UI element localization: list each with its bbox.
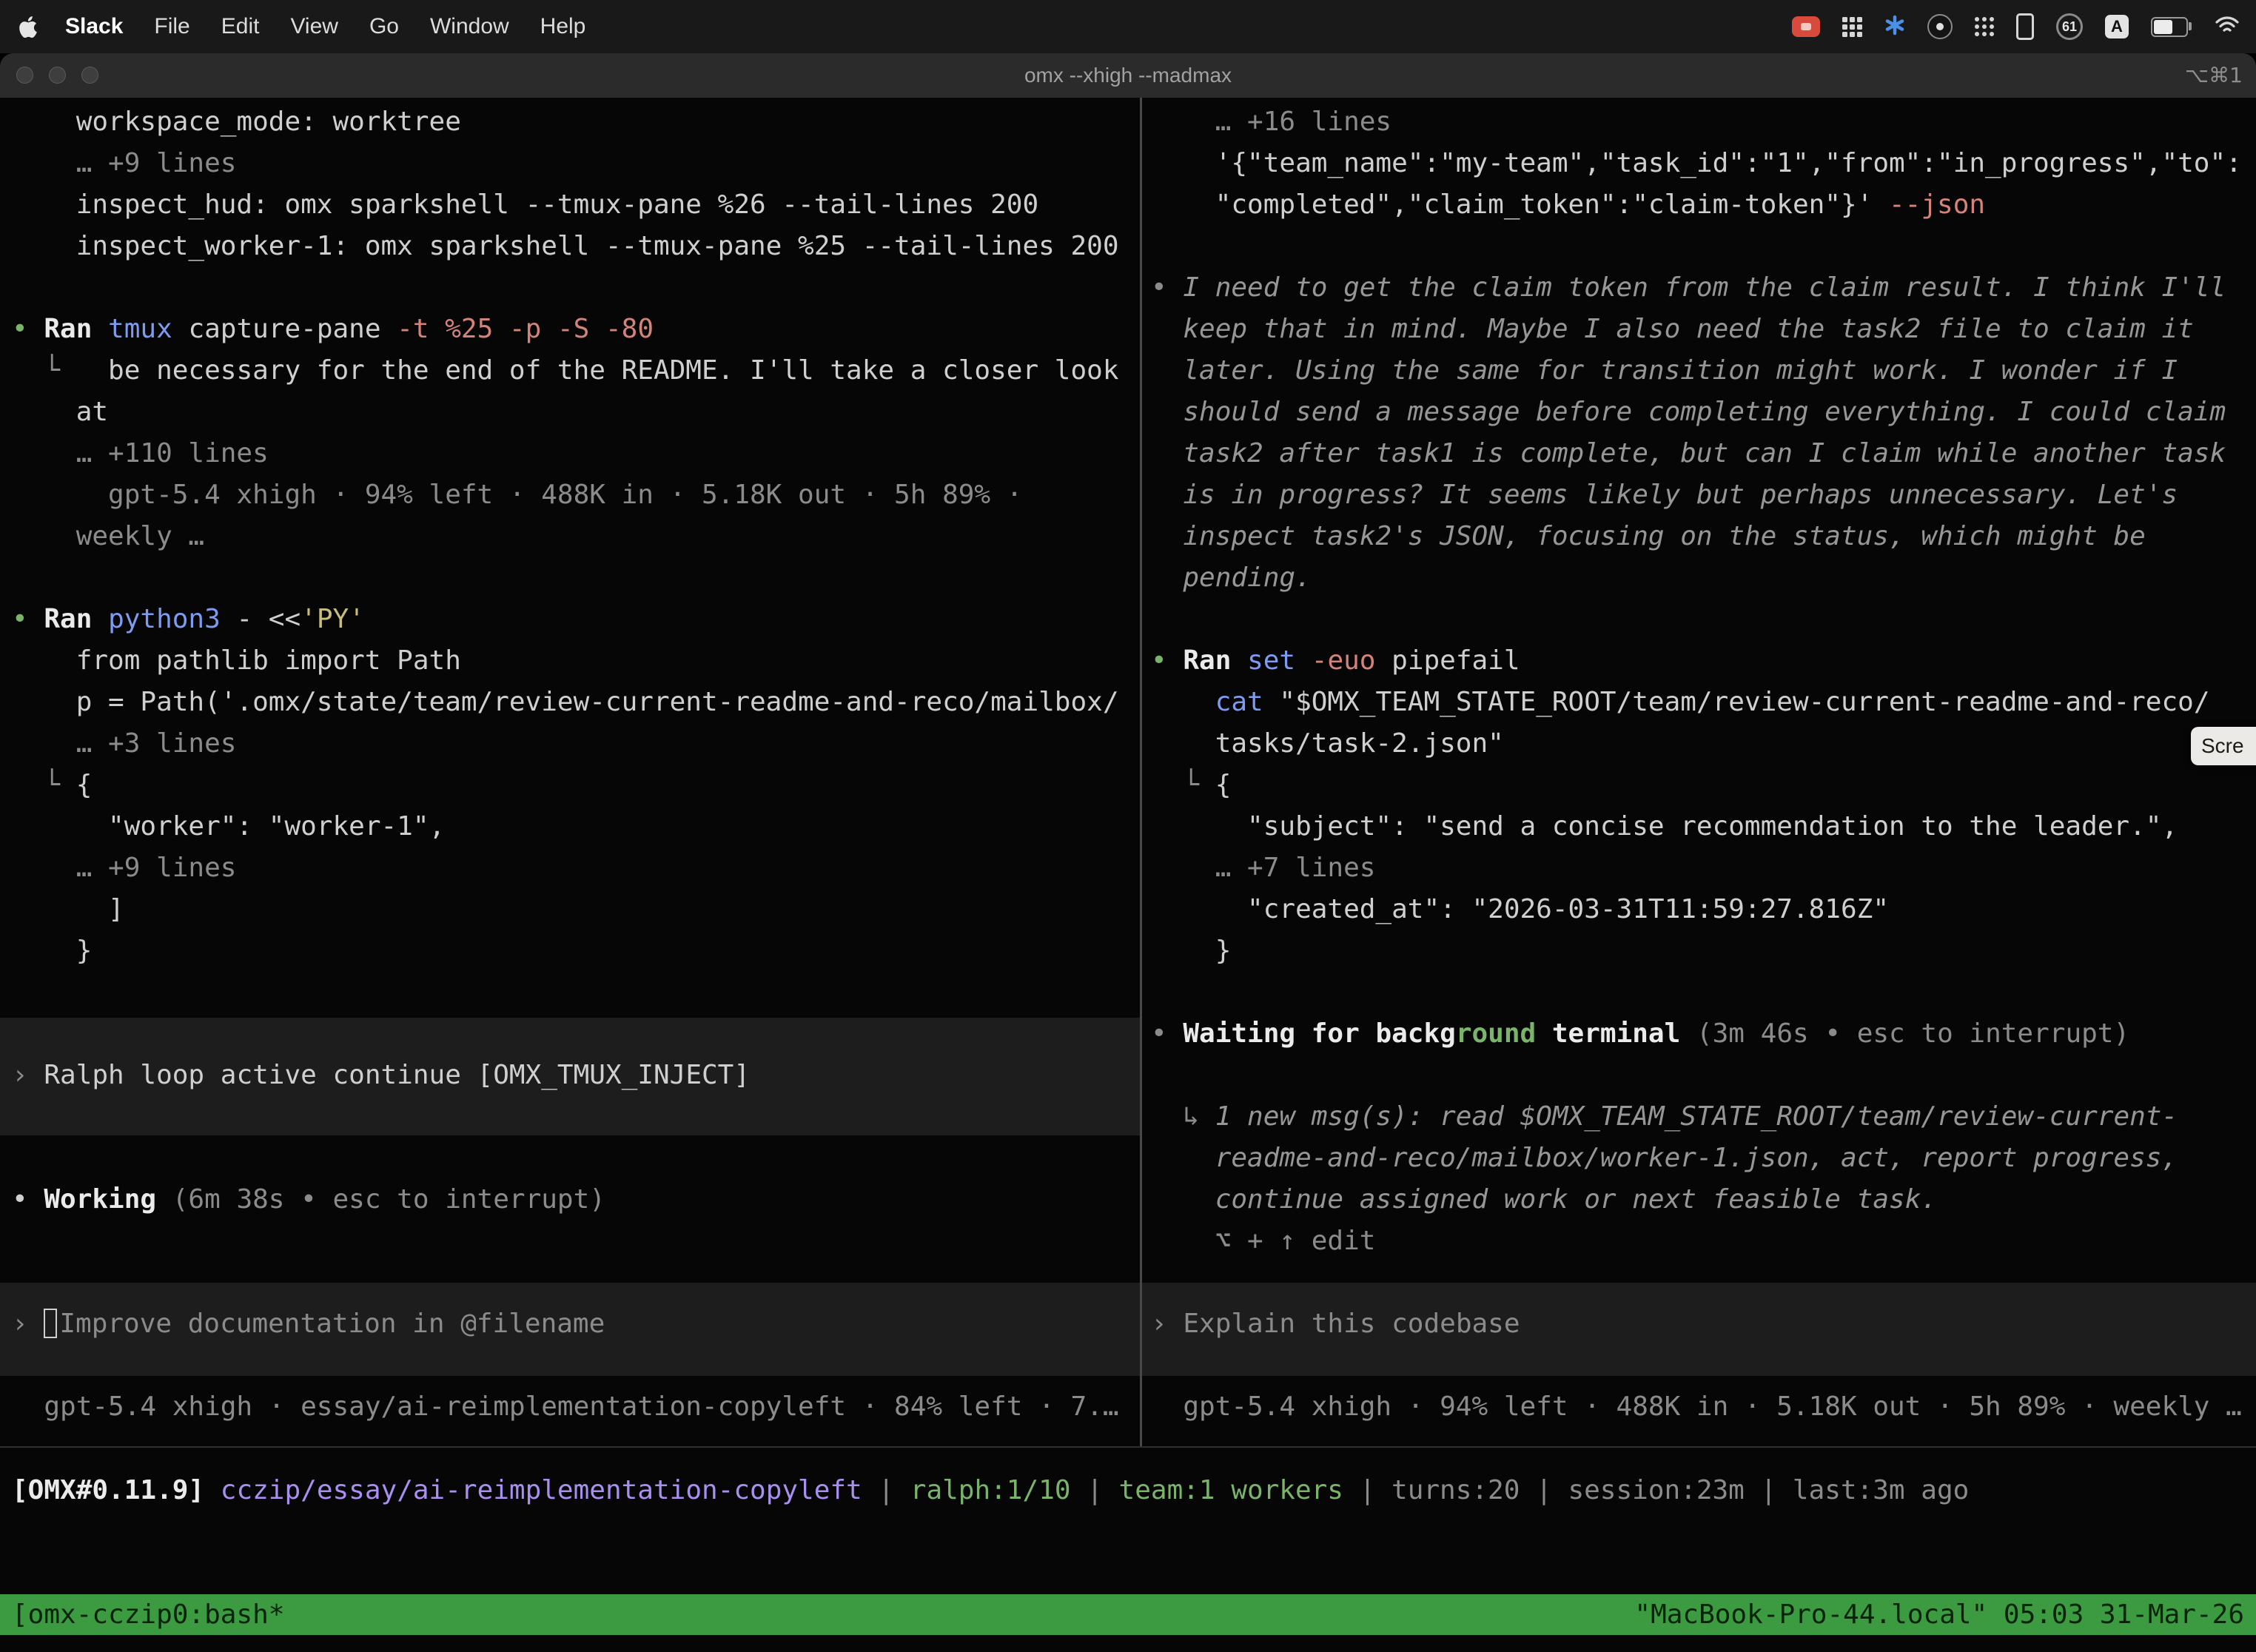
thinking-text: • I need to get the claim token from the… [1151, 267, 2226, 309]
terminal-line: "completed","claim_token":"claim-token"}… [1151, 184, 1985, 226]
terminal-line: task2 after task1 is complete, but can I… [1151, 433, 2226, 474]
input-source-icon[interactable]: A [2105, 15, 2129, 38]
prompt-suggestion: › Explain this codebase [1151, 1303, 1520, 1345]
status-separator [0, 1446, 2256, 1448]
terminal-line: cat "$OMX_TEAM_STATE_ROOT/team/review-cu… [1151, 682, 2210, 723]
window-title-bar[interactable]: omx --xhigh --madmax ⌥⌘1 [0, 53, 2256, 98]
terminal-line: "worker": "worker-1", [12, 806, 445, 847]
terminal-line: inspect_hud: omx sparkshell --tmux-pane … [12, 184, 1038, 226]
ran-set-command: • Ran set -euo pipefail [1151, 640, 1520, 682]
left-pane[interactable]: workspace_mode: worktree … +9 lines insp… [0, 101, 1140, 1446]
menu-item-window[interactable]: Window [430, 14, 509, 39]
terminal-line: inspect task2's JSON, focusing on the st… [1151, 516, 2146, 557]
terminal-line: … +9 lines [12, 143, 236, 184]
terminal-line: pending. [1151, 557, 1312, 599]
tmux-host-time: "MacBook-Pro-44.local" 05:03 31-Mar-26 [1634, 1599, 2244, 1630]
terminal-line: '{"team_name":"my-team","task_id":"1","f… [1151, 143, 2242, 184]
ran-tmux-command: • Ran tmux capture-pane -t %25 -p -S -80 [12, 309, 654, 350]
mailbox-message: ↳ 1 new msg(s): read $OMX_TEAM_STATE_ROO… [1151, 1096, 2178, 1138]
menu-items: File Edit View Go Window Help [154, 14, 617, 39]
terminal-line: p = Path('.omx/state/team/review-current… [12, 682, 1119, 723]
terminal-line: "subject": "send a concise recommendatio… [1151, 806, 2178, 847]
menu-item-help[interactable]: Help [540, 14, 586, 39]
menu-item-view[interactable]: View [290, 14, 338, 39]
blue-asterisk-icon[interactable] [1884, 15, 1905, 39]
terminal-line: └ { [1151, 765, 1231, 806]
omx-status-line: [OMX#0.11.9] cczip/essay/ai-reimplementa… [12, 1470, 1969, 1511]
terminal-line: └ { [12, 765, 92, 806]
terminal-line: continue assigned work or next feasible … [1151, 1179, 1937, 1220]
working-status: • Working (6m 38s • esc to interrupt) [12, 1179, 605, 1220]
battery-percent-ring[interactable]: 61 [2056, 13, 2083, 40]
terminal-line: from pathlib import Path [12, 640, 461, 682]
terminal-line: } [1151, 930, 1231, 972]
terminal-line: inspect_worker-1: omx sparkshell --tmux-… [12, 226, 1119, 267]
model-status-footer: gpt-5.4 xhigh · essay/ai-reimplementatio… [12, 1386, 1119, 1428]
edit-hint: ⌥ + ↑ edit [1151, 1220, 1375, 1262]
apple-menu-icon[interactable] [19, 16, 37, 38]
right-pane[interactable]: … +16 lines '{"team_name":"my-team","tas… [1142, 101, 2256, 1446]
menu-bar: Slack File Edit View Go Window Help 61 A [0, 0, 2256, 53]
model-status-footer: gpt-5.4 xhigh · 94% left · 488K in · 5.1… [1151, 1386, 2242, 1428]
terminal-line: at [12, 392, 108, 433]
app-menu-slack[interactable]: Slack [65, 14, 123, 39]
terminal-line: … +16 lines [1151, 101, 1391, 143]
waiting-status: • Waiting for background terminal (3m 46… [1151, 1013, 2129, 1055]
prompt-input: › Improve documentation in @filename [12, 1303, 605, 1345]
tmux-session-label: [omx-cczip0:bash* [12, 1599, 284, 1630]
screenshot-thumbnail[interactable]: Scre [2191, 727, 2256, 765]
terminal-line: tasks/task-2.json" [1151, 723, 1504, 765]
terminal-line: readme-and-reco/mailbox/worker-1.json, a… [1151, 1138, 2178, 1179]
iphone-mirroring-icon[interactable] [2016, 13, 2034, 40]
terminal-line: … +9 lines [12, 847, 236, 889]
terminal-line: keep that in mind. Maybe I also need the… [1151, 309, 2194, 350]
terminal-line: workspace_mode: worktree [12, 101, 461, 143]
keyboard-grid-icon[interactable] [1842, 17, 1862, 37]
wifi-icon[interactable] [2215, 16, 2240, 38]
terminal-line: weekly … [12, 516, 204, 557]
terminal-line: should send a message before completing … [1151, 392, 2226, 433]
terminal-line: … +3 lines [12, 723, 236, 765]
terminal-line: ] [12, 889, 124, 930]
terminal-line: … +110 lines [12, 433, 269, 474]
dots-grid-icon[interactable] [1975, 17, 1994, 36]
dark-circle-app-icon[interactable] [1927, 14, 1953, 39]
menu-item-go[interactable]: Go [369, 14, 399, 39]
window-title: omx --xhigh --madmax [0, 53, 2256, 98]
terminal-line: "created_at": "2026-03-31T11:59:27.816Z" [1151, 889, 1889, 930]
terminal-line: later. Using the same for transition mig… [1151, 350, 2178, 392]
window-shortcut-badge: ⌥⌘1 [2185, 53, 2243, 98]
terminal-line: } [12, 930, 92, 972]
terminal-content[interactable]: workspace_mode: worktree … +9 lines insp… [0, 98, 2256, 1652]
ralph-loop-prompt: › Ralph loop active continue [OMX_TMUX_I… [12, 1055, 750, 1096]
menu-item-file[interactable]: File [154, 14, 189, 39]
menu-bar-status-icons: 61 A [1792, 13, 2256, 40]
screen-recording-indicator-icon[interactable] [1792, 16, 1820, 37]
tmux-status-bar: [omx-cczip0:bash* "MacBook-Pro-44.local"… [0, 1594, 2256, 1635]
block-cursor [44, 1309, 57, 1338]
battery-icon[interactable] [2151, 17, 2188, 37]
terminal-line: … +7 lines [1151, 847, 1375, 889]
terminal-line: gpt-5.4 xhigh · 94% left · 488K in · 5.1… [12, 474, 1022, 516]
ran-python-command: • Ran python3 - <<'PY' [12, 599, 365, 640]
terminal-line: is in progress? It seems likely but perh… [1151, 474, 2178, 516]
menu-item-edit[interactable]: Edit [221, 14, 260, 39]
terminal-line: └ be necessary for the end of the README… [12, 350, 1119, 392]
